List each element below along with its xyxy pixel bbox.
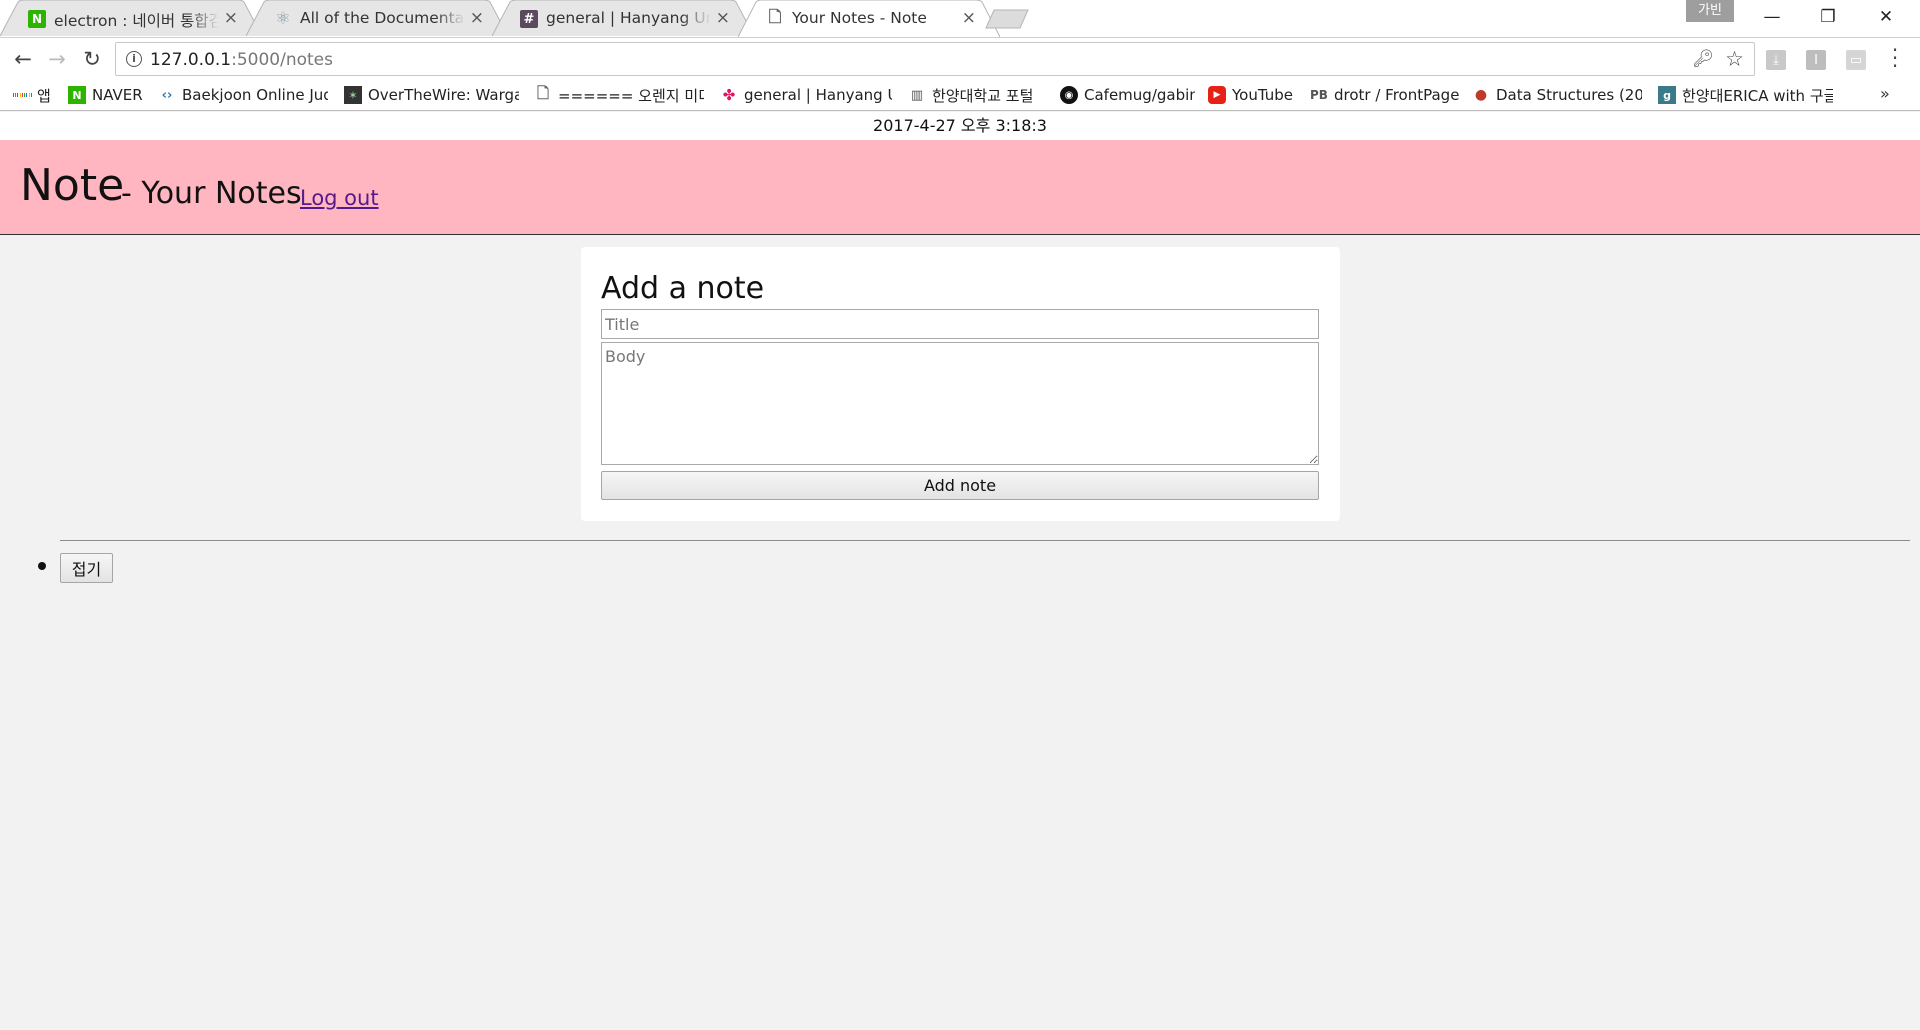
code-brackets-icon: ‹›: [161, 87, 173, 103]
atom-icon: ⚛: [275, 9, 291, 29]
page-subtitle: - Your Notes: [121, 176, 302, 211]
bookmark-label: general | Hanyang Univ: [744, 86, 892, 104]
bookmark-drotr[interactable]: PB drotr / FrontPage: [1310, 83, 1460, 107]
apple-icon: ●: [1474, 87, 1488, 103]
slack-hash-icon: #: [520, 10, 538, 28]
restore-button[interactable]: ❐: [1800, 0, 1856, 34]
tab-electron-search[interactable]: N electron : 네이버 통합검 ×: [0, 0, 262, 37]
close-icon[interactable]: ×: [962, 8, 976, 28]
youtube-icon: ▶: [1208, 86, 1226, 104]
add-note-button[interactable]: Add note: [601, 471, 1319, 500]
add-note-card: Add a note Add note: [581, 247, 1340, 521]
bookmark-apps[interactable]: 앱: [13, 83, 58, 107]
close-icon[interactable]: ×: [470, 8, 484, 28]
bookmark-naver[interactable]: N NAVER: [68, 83, 148, 107]
bookmark-label: Cafemug/gabin: [1084, 86, 1195, 104]
logout-link[interactable]: Log out: [300, 186, 379, 210]
bookmark-label: OverTheWire: Wargames: [368, 86, 519, 104]
bookmark-label: 앱: [37, 86, 51, 105]
brand-title: Note: [20, 160, 125, 211]
bookmark-github-cafemug[interactable]: ◉ Cafemug/gabin: [1060, 83, 1195, 107]
note-body-textarea[interactable]: [601, 342, 1319, 465]
naver-icon: N: [68, 86, 86, 104]
overthewire-icon: ✶: [344, 86, 362, 104]
close-icon[interactable]: ×: [224, 8, 238, 28]
naver-icon: N: [28, 10, 46, 28]
star-icon[interactable]: ☆: [1725, 47, 1744, 71]
bookmark-baekjoon[interactable]: ‹› Baekjoon Online Judge: [158, 83, 328, 107]
url-host: 127.0.0.1: [150, 50, 232, 70]
key-icon[interactable]: 🔑︎: [1692, 49, 1714, 69]
tab-title: Your Notes - Note: [792, 9, 927, 27]
tab-slack-general[interactable]: # general | Hanyang Univ ×: [492, 0, 754, 37]
menu-dots-icon[interactable]: · · ·: [1890, 40, 1900, 76]
close-icon[interactable]: ×: [716, 8, 730, 28]
bookmark-erica-google[interactable]: g 한양대ERICA with 구글: [1658, 83, 1833, 107]
notes-divider: [60, 540, 1910, 541]
minimize-button[interactable]: —: [1744, 0, 1800, 34]
tab-atom-docs[interactable]: ⚛ All of the Documentatio ×: [246, 0, 508, 37]
profile-badge[interactable]: 가빈: [1686, 0, 1734, 22]
erica-icon: g: [1658, 86, 1676, 104]
bookmark-orange-media[interactable]: 🗋 ====== 오렌지 미디어: [534, 83, 704, 107]
bookmark-label: 한양대학교 포털: [932, 86, 1034, 105]
fold-button[interactable]: 접기: [60, 553, 113, 583]
url-text: 127.0.0.1:5000/notes: [150, 50, 333, 70]
tab-title: electron : 네이버 통합검: [54, 9, 219, 31]
clock-text: 2017-4-27 오후 3:18:3: [0, 112, 1920, 140]
address-bar[interactable]: i 127.0.0.1:5000/notes 🔑︎ ☆: [115, 42, 1755, 76]
portal-icon: ▥: [910, 87, 924, 103]
extension-icon[interactable]: I: [1806, 50, 1826, 70]
apps-grid-icon: [13, 86, 31, 104]
list-bullet: [38, 562, 46, 570]
bookmark-data-structures[interactable]: ● Data Structures (2017: [1472, 83, 1642, 107]
pdf-extension-icon[interactable]: ⤓: [1766, 50, 1786, 70]
bookmark-overthewire[interactable]: ✶ OverTheWire: Wargames: [344, 83, 519, 107]
site-header: Note - Your Notes Log out: [0, 140, 1920, 235]
document-icon: 🗋: [768, 6, 782, 26]
github-icon: ◉: [1060, 86, 1078, 104]
bookmark-slack-general[interactable]: ✤ general | Hanyang Univ: [720, 83, 892, 107]
reload-icon[interactable]: ↻: [77, 44, 107, 74]
tab-title: All of the Documentatio: [300, 9, 465, 27]
bookmark-label: 한양대ERICA with 구글: [1682, 86, 1833, 105]
tab-strip: N electron : 네이버 통합검 × ⚛ All of the Docu…: [0, 0, 1920, 37]
url-path: :5000/notes: [231, 50, 333, 70]
bookmark-label: Data Structures (2017: [1496, 86, 1642, 104]
page-content: 2017-4-27 오후 3:18:3 Note - Your Notes Lo…: [0, 112, 1920, 1030]
bookmarks-overflow-button[interactable]: »: [1880, 84, 1890, 103]
bookmark-hanyang-portal[interactable]: ▥ 한양대학교 포털: [908, 83, 1058, 107]
cast-extension-icon[interactable]: ▭: [1846, 50, 1866, 70]
bookmark-youtube[interactable]: ▶ YouTube: [1208, 83, 1303, 107]
pb-icon: PB: [1310, 88, 1328, 102]
new-tab-button[interactable]: [984, 8, 1030, 30]
close-window-button[interactable]: ✕: [1858, 0, 1914, 34]
document-icon: 🗋: [536, 83, 550, 102]
tab-your-notes[interactable]: 🗋 Your Notes - Note ×: [738, 0, 1000, 37]
bookmark-label: YouTube: [1232, 86, 1293, 104]
bookmarks-bar: 앱 N NAVER ‹› Baekjoon Online Judge ✶ Ove…: [0, 79, 1920, 111]
note-title-input[interactable]: [601, 309, 1319, 339]
bookmark-label: drotr / FrontPage: [1334, 86, 1460, 104]
info-icon[interactable]: i: [126, 51, 142, 67]
bookmark-label: Baekjoon Online Judge: [182, 86, 328, 104]
forward-arrow-icon[interactable]: →: [42, 44, 72, 74]
bookmark-label: NAVER: [92, 86, 143, 104]
add-note-heading: Add a note: [601, 271, 765, 306]
tab-title: general | Hanyang Univ: [546, 9, 711, 27]
bookmark-label: ====== 오렌지 미디어: [558, 86, 704, 105]
browser-toolbar: ← → ↻ i 127.0.0.1:5000/notes 🔑︎ ☆ ⤓ I ▭ …: [0, 37, 1920, 79]
back-arrow-icon[interactable]: ←: [8, 44, 38, 74]
slack-icon: ✤: [722, 86, 736, 104]
